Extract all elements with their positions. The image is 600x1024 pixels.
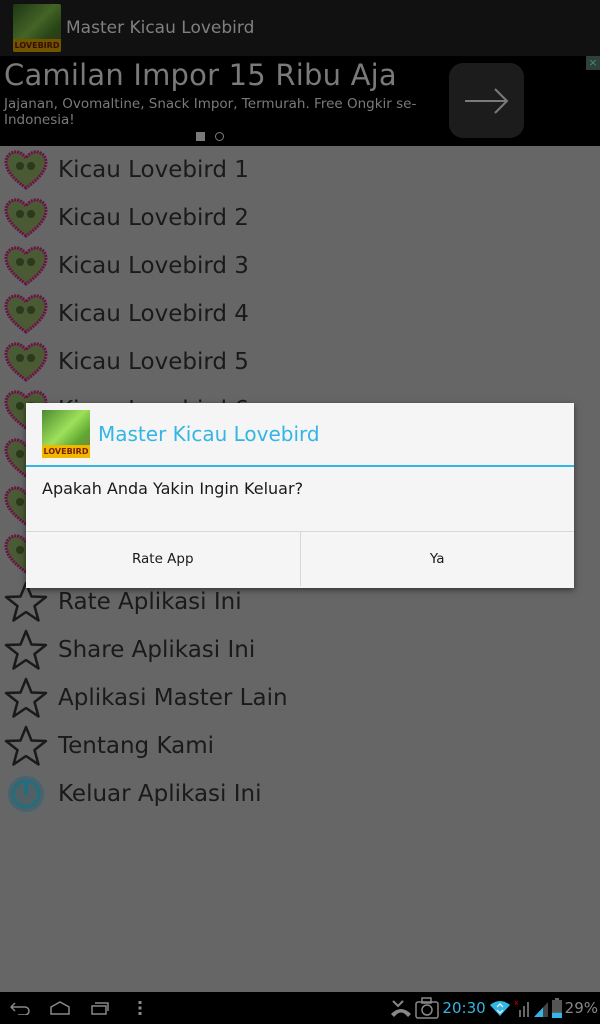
- recent-apps-button[interactable]: [80, 992, 120, 1024]
- yes-button[interactable]: Ya: [299, 532, 575, 586]
- menu-item[interactable]: Kicau Lovebird 2: [0, 194, 600, 242]
- page-dot-inactive: [215, 132, 224, 141]
- menu-item-label: Aplikasi Master Lain: [58, 685, 288, 711]
- menu-item[interactable]: Kicau Lovebird 5: [0, 338, 600, 386]
- ad-page-indicator: [196, 132, 224, 141]
- menu-item-label: Kicau Lovebird 3: [58, 253, 249, 279]
- status-area: 20:30 x 29%: [390, 992, 598, 1024]
- menu-item-label: Share Aplikasi Ini: [58, 637, 256, 663]
- menu-item[interactable]: Keluar Aplikasi Ini: [0, 770, 600, 818]
- missed-call-icon: [391, 1000, 412, 1017]
- dialog-header: LOVEBIRD Master Kicau Lovebird: [26, 403, 574, 467]
- signal-no-sim-icon: x: [514, 998, 529, 1017]
- app-logo-tag: LOVEBIRD: [13, 39, 61, 52]
- menu-item[interactable]: Aplikasi Master Lain: [0, 674, 600, 722]
- app-logo-icon: LOVEBIRD: [13, 4, 61, 52]
- home-button[interactable]: [40, 992, 80, 1024]
- action-bar: LOVEBIRD Master Kicau Lovebird: [0, 0, 600, 56]
- app-title: Master Kicau Lovebird: [66, 18, 255, 38]
- menu-item-label: Kicau Lovebird 1: [58, 157, 249, 183]
- back-icon: [10, 1002, 30, 1015]
- battery-icon: [551, 998, 562, 1018]
- home-icon: [50, 1001, 70, 1015]
- system-bar: 20:30 x 29%: [0, 992, 600, 1024]
- menu-button[interactable]: [120, 992, 160, 1024]
- menu-item-label: Kicau Lovebird 4: [58, 301, 249, 327]
- signal-strength-icon: [533, 1002, 548, 1017]
- dialog-buttons: Rate App Ya: [26, 532, 574, 586]
- ad-open-button[interactable]: [449, 63, 524, 138]
- menu-item[interactable]: Share Aplikasi Ini: [0, 626, 600, 674]
- heart-lovebird-icon: [2, 148, 50, 192]
- menu-item-label: Keluar Aplikasi Ini: [58, 781, 262, 807]
- dialog-app-icon: LOVEBIRD: [42, 410, 90, 458]
- ad-description[interactable]: Jajanan, Ovomaltine, Snack Impor, Termur…: [4, 96, 434, 128]
- menu-item[interactable]: Kicau Lovebird 4: [0, 290, 600, 338]
- svg-text:x: x: [514, 998, 519, 1007]
- back-button[interactable]: [0, 992, 40, 1024]
- star-icon: [2, 628, 50, 672]
- menu-item[interactable]: Kicau Lovebird 3: [0, 242, 600, 290]
- battery-percent: 29%: [564, 999, 598, 1017]
- menu-item-label: Tentang Kami: [58, 733, 215, 759]
- menu-item[interactable]: Tentang Kami: [0, 722, 600, 770]
- menu-item-label: Kicau Lovebird 5: [58, 349, 249, 375]
- heart-lovebird-icon: [2, 196, 50, 240]
- page-dot-active: [196, 132, 205, 141]
- heart-lovebird-icon: [2, 340, 50, 384]
- dialog-title: Master Kicau Lovebird: [98, 422, 320, 446]
- overflow-menu-icon: [138, 1001, 142, 1015]
- camera-icon: [415, 997, 440, 1019]
- dialog-icon-tag: LOVEBIRD: [42, 445, 90, 458]
- ad-headline[interactable]: Camilan Impor 15 Ribu Aja: [4, 58, 397, 92]
- star-icon: [2, 676, 50, 720]
- star-icon: [2, 724, 50, 768]
- wifi-icon: [489, 1001, 510, 1016]
- dialog-message: Apakah Anda Yakin Ingin Keluar?: [26, 467, 574, 532]
- clock: 20:30: [442, 999, 486, 1017]
- power-icon: [2, 772, 50, 816]
- heart-lovebird-icon: [2, 292, 50, 336]
- menu-item-label: Rate Aplikasi Ini: [58, 589, 242, 615]
- heart-lovebird-icon: [2, 244, 50, 288]
- rate-app-button[interactable]: Rate App: [26, 532, 300, 586]
- arrow-right-icon: [464, 87, 508, 114]
- exit-dialog: LOVEBIRD Master Kicau Lovebird Apakah An…: [26, 403, 574, 588]
- menu-item[interactable]: Kicau Lovebird 1: [0, 146, 600, 194]
- ad-close-button[interactable]: ×: [586, 56, 600, 70]
- ad-banner[interactable]: Camilan Impor 15 Ribu Aja Jajanan, Ovoma…: [0, 56, 600, 146]
- recent-apps-icon: [91, 1002, 109, 1015]
- menu-item-label: Kicau Lovebird 2: [58, 205, 249, 231]
